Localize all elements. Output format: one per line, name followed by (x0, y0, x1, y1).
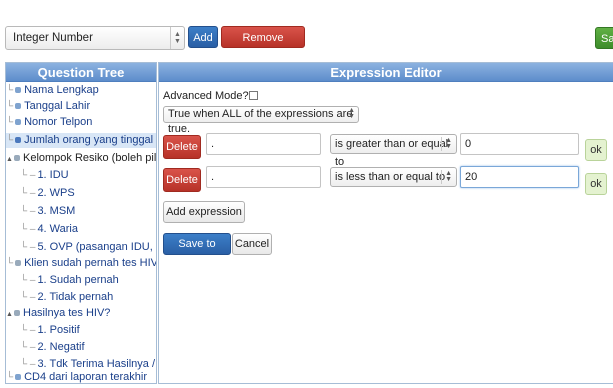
tree-option[interactable]: └ –2. Tidak pernah (20, 290, 113, 305)
tree-item-label: 3. MSM (37, 205, 76, 217)
condition-mode-select[interactable]: True when ALL of the expressions are tru… (163, 106, 359, 135)
tree-option[interactable]: └ –3. MSM (20, 204, 75, 219)
question-icon (15, 374, 22, 381)
expression-value-input[interactable]: 20 (460, 166, 579, 188)
tree-item-label: 1. Sudah pernah (37, 274, 119, 286)
tree-item[interactable]: └ CD4 dari laporan terakhir (6, 370, 147, 383)
tree-option[interactable]: └ –1. Positif (20, 323, 80, 338)
delete-expression-button[interactable]: Delete (163, 168, 201, 192)
tree-item-label: 3. Tdk Terima Hasilnya / Ti (37, 358, 157, 370)
expression-value-input[interactable]: 0 (460, 133, 579, 155)
tree-item[interactable]: └ Nomor Telpon (6, 115, 92, 130)
tree-connector-icon: └ (6, 85, 14, 96)
tree-connector-icon: └ (6, 372, 14, 383)
select-divider (441, 137, 442, 151)
ok-button[interactable]: ok (585, 173, 607, 195)
operator-value: is less than or equal to (335, 171, 446, 183)
tree-item-label: Klien sudah pernah tes HIV? (24, 257, 157, 269)
tree-option[interactable]: └ –1. IDU (20, 168, 69, 183)
tree-connector-icon: └ (6, 101, 14, 112)
group-icon (14, 155, 20, 162)
tree-connector-icon: └ – (20, 292, 36, 303)
tree-option[interactable]: └ –2. WPS (20, 186, 75, 201)
tree-item[interactable]: └ Tanggal Lahir (6, 99, 90, 114)
tree-connector-icon: └ – (20, 325, 36, 336)
question-tree-title: Question Tree (6, 63, 156, 82)
tree-item-label: Kelompok Resiko (boleh pilih (23, 152, 157, 164)
question-type-value: Integer Number (13, 32, 93, 44)
tree-connector-icon: └ – (20, 275, 36, 286)
save-button[interactable]: Sa (595, 27, 613, 49)
advanced-mode-checkbox[interactable] (248, 91, 258, 100)
tree-group[interactable]: ▲ Kelompok Resiko (boleh pilih (6, 151, 157, 167)
question-icon (15, 119, 22, 126)
tree-connector-icon: └ (6, 258, 14, 269)
tree-option[interactable]: └ –5. OVP (pasangan IDU, klien (20, 240, 156, 255)
expression-field-input[interactable]: . (206, 133, 321, 155)
tree-group[interactable]: ▲ Hasilnya tes HIV? (6, 306, 110, 321)
cancel-button[interactable]: Cancel (232, 233, 272, 255)
tree-item-label: 2. Tidak pernah (37, 291, 114, 303)
select-arrows-icon: ▲ ▼ (445, 137, 452, 150)
save-to-form-button[interactable]: Save to Form (163, 233, 231, 270)
tree-item-label: 4. Waria (37, 223, 78, 235)
tree-item-label: 1. IDU (37, 169, 69, 181)
tree-item[interactable]: └ Nama Lengkap (6, 83, 99, 98)
tree-item-label: Tanggal Lahir (24, 100, 91, 112)
tree-connector-icon: └ – (20, 359, 36, 370)
tree-item-label: CD4 dari laporan terakhir (24, 371, 147, 383)
add-question-button[interactable]: Add (188, 26, 218, 48)
question-icon (15, 87, 22, 94)
remove-selected-button[interactable]: Remove Selected (221, 26, 305, 66)
advanced-mode-label: Advanced Mode? (163, 90, 249, 102)
tree-connector-icon: └ – (20, 342, 36, 353)
add-expression-button[interactable]: Add expression (163, 201, 245, 223)
operator-select[interactable]: is greater than or equal to ▲ ▼ (330, 134, 457, 168)
expand-toggle-icon[interactable]: ▲ (6, 307, 13, 322)
question-tree-panel: Question Tree └ Nama Lengkap └ Tanggal Lah… (5, 62, 157, 384)
tree-item-label: Nomor Telpon (24, 116, 93, 128)
tree-item-selected[interactable]: └ Jumlah orang yang tinggal ser (6, 133, 157, 148)
tree-connector-icon: └ – (20, 242, 36, 253)
tree-connector-icon: └ – (20, 170, 36, 181)
operator-value: is greater than or equal to (335, 138, 449, 168)
tree-item-label: 2. WPS (37, 187, 75, 199)
tree-item-label: 1. Positif (37, 324, 80, 336)
tree-connector-icon: └ (6, 117, 14, 128)
question-icon (15, 137, 22, 144)
tree-option[interactable]: └ –4. Waria (20, 222, 78, 237)
tree-item-label: Hasilnya tes HIV? (23, 307, 111, 319)
select-arrows-icon: ▲ ▼ (445, 170, 452, 183)
tree-connector-icon: └ – (20, 188, 36, 199)
condition-mode-value: True when ALL of the expressions are tru… (168, 108, 353, 135)
advanced-mode-toggle[interactable]: Advanced Mode? (163, 90, 258, 102)
delete-expression-button[interactable]: Delete (163, 135, 201, 159)
tree-connector-icon: └ – (20, 224, 36, 235)
tree-option[interactable]: └ –1. Sudah pernah (20, 273, 119, 288)
select-divider (441, 170, 442, 184)
tree-item-label: Nama Lengkap (24, 84, 99, 96)
question-type-select[interactable]: Integer Number ▲ ▼ (5, 26, 185, 50)
tree-item-label: 2. Negatif (37, 341, 85, 353)
operator-select[interactable]: is less than or equal to ▲ ▼ (330, 167, 457, 187)
tree-item-label: Jumlah orang yang tinggal ser (24, 134, 157, 146)
select-arrows-icon: ▲ ▼ (348, 107, 355, 120)
question-icon (15, 103, 22, 110)
expand-toggle-icon[interactable]: ▲ (6, 152, 13, 167)
tree-connector-icon: └ – (20, 206, 36, 217)
expression-editor-title: Expression Editor (159, 63, 613, 82)
tree-item-label: 5. OVP (pasangan IDU, klien (37, 241, 156, 253)
tree-option[interactable]: └ –2. Negatif (20, 340, 85, 355)
group-icon (14, 310, 20, 317)
group-icon (15, 260, 22, 267)
ok-button[interactable]: ok (585, 139, 607, 161)
expression-field-input[interactable]: . (206, 166, 321, 188)
tree-group[interactable]: └ Klien sudah pernah tes HIV? (6, 256, 157, 271)
tree-connector-icon: └ (6, 135, 14, 146)
expression-editor-panel: Expression Editor Advanced Mode? True wh… (158, 62, 613, 384)
select-arrows-icon: ▲ ▼ (170, 27, 184, 49)
